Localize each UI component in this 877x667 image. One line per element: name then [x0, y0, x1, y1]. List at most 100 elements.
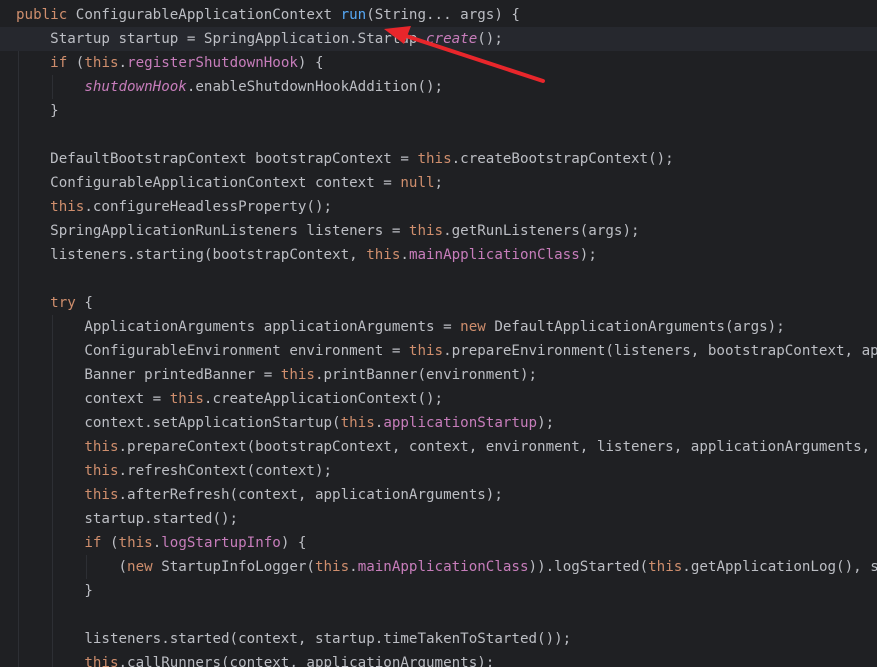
- code-line[interactable]: [0, 603, 877, 627]
- code-token: this: [340, 415, 375, 431]
- code-token: mainApplicationClass: [408, 247, 580, 263]
- code-line[interactable]: try {: [0, 291, 877, 315]
- code-token: applicationStartup: [383, 415, 538, 431]
- code-token: );: [579, 247, 597, 263]
- code-token: .getRunListeners(args);: [443, 223, 640, 239]
- code-line[interactable]: context = this.createApplicationContext(…: [0, 387, 877, 411]
- code-token: .prepareEnvironment(listeners, bootstrap…: [443, 343, 877, 359]
- code-token: ();: [477, 31, 503, 47]
- code-token: DefaultBootstrapContext bootstrapContext…: [16, 151, 418, 167]
- code-line[interactable]: public ConfigurableApplicationContext ru…: [0, 3, 877, 27]
- code-token: (: [16, 559, 128, 575]
- code-token: this: [408, 223, 444, 239]
- code-line[interactable]: ApplicationArguments applicationArgument…: [0, 315, 877, 339]
- code-line[interactable]: Banner printedBanner = this.printBanner(…: [0, 363, 877, 387]
- code-line[interactable]: this.prepareContext(bootstrapContext, co…: [0, 435, 877, 459]
- code-token: Banner printedBanner =: [16, 367, 281, 383]
- code-token: Startup startup = SpringApplication.Star…: [16, 31, 426, 47]
- code-token: this: [417, 151, 452, 167]
- code-token: registerShutdownHook: [127, 55, 298, 71]
- code-line[interactable]: listeners.started(context, startup.timeT…: [0, 627, 877, 651]
- code-token: this: [50, 199, 85, 215]
- code-line[interactable]: listeners.starting(bootstrapContext, thi…: [0, 243, 877, 267]
- code-token: .createApplicationContext();: [203, 391, 444, 407]
- code-token: (String... args) {: [366, 7, 520, 23]
- code-token: .getApplicationLog(), s: [682, 559, 877, 575]
- code-token: (: [101, 535, 119, 551]
- code-token: create: [426, 31, 478, 47]
- code-token: .afterRefresh(context, applicationArgume…: [118, 487, 503, 503]
- code-token: new: [127, 559, 153, 575]
- code-token: if: [50, 55, 68, 71]
- code-token: .: [118, 55, 128, 71]
- code-token: this: [408, 343, 444, 359]
- code-token: ConfigurableApplicationContext: [67, 7, 341, 23]
- code-token: if: [84, 535, 102, 551]
- code-token: }: [16, 583, 93, 599]
- code-token: .: [152, 535, 162, 551]
- code-editor[interactable]: public ConfigurableApplicationContext ru…: [0, 0, 877, 667]
- code-token: )).logStarted(: [528, 559, 649, 575]
- code-token: ) {: [280, 535, 307, 551]
- code-token: this: [84, 439, 119, 455]
- code-token: this: [118, 535, 153, 551]
- code-token: public: [16, 7, 68, 23]
- code-token: listeners.starting(bootstrapContext,: [16, 247, 367, 263]
- code-line[interactable]: Startup startup = SpringApplication.Star…: [0, 27, 877, 51]
- code-token: DefaultApplicationArguments(args);: [485, 319, 785, 335]
- code-token: listeners.started(context, startup.timeT…: [16, 631, 572, 647]
- code-token: this: [314, 559, 350, 575]
- code-token: .createBootstrapContext();: [451, 151, 674, 167]
- code-line[interactable]: context.setApplicationStartup(this.appli…: [0, 411, 877, 435]
- code-token: null: [400, 175, 435, 191]
- code-token: ) {: [297, 55, 324, 71]
- code-token: {: [75, 295, 93, 311]
- code-token: SpringApplicationRunListeners listeners …: [16, 223, 409, 239]
- code-line[interactable]: this.configureHeadlessProperty();: [0, 195, 877, 219]
- code-line[interactable]: ConfigurableApplicationContext context =…: [0, 171, 877, 195]
- code-token: .callRunners(context, applicationArgumen…: [118, 655, 495, 667]
- code-token: ;: [434, 175, 444, 191]
- code-line[interactable]: this.afterRefresh(context, applicationAr…: [0, 483, 877, 507]
- code-line[interactable]: this.callRunners(context, applicationArg…: [0, 651, 877, 667]
- code-line[interactable]: SpringApplicationRunListeners listeners …: [0, 219, 877, 243]
- code-token: this: [366, 247, 401, 263]
- code-line[interactable]: if (this.logStartupInfo) {: [0, 531, 877, 555]
- code-token: this: [169, 391, 204, 407]
- code-token: .configureHeadlessProperty();: [84, 199, 333, 215]
- code-line[interactable]: if (this.registerShutdownHook) {: [0, 51, 877, 75]
- code-line[interactable]: [0, 123, 877, 147]
- code-line[interactable]: ConfigurableEnvironment environment = th…: [0, 339, 877, 363]
- code-line[interactable]: }: [0, 579, 877, 603]
- code-lines[interactable]: public ConfigurableApplicationContext ru…: [0, 3, 877, 667]
- code-token: this: [648, 559, 683, 575]
- code-token: this: [84, 487, 119, 503]
- code-token: .prepareContext(bootstrapContext, contex…: [118, 439, 871, 455]
- code-token: .refreshContext(context);: [118, 463, 333, 479]
- code-token: try: [50, 295, 76, 311]
- code-token: );: [537, 415, 555, 431]
- code-token: this: [84, 655, 119, 667]
- code-token: .: [349, 559, 358, 575]
- code-token: mainApplicationClass: [357, 559, 529, 575]
- code-line[interactable]: DefaultBootstrapContext bootstrapContext…: [0, 147, 877, 171]
- code-token: this: [280, 367, 315, 383]
- code-token: .enableShutdownHookAddition();: [186, 79, 444, 95]
- code-line[interactable]: startup.started();: [0, 507, 877, 531]
- code-line[interactable]: this.refreshContext(context);: [0, 459, 877, 483]
- code-line[interactable]: [0, 267, 877, 291]
- code-token: new: [460, 319, 486, 335]
- code-line[interactable]: shutdownHook.enableShutdownHookAddition(…: [0, 75, 877, 99]
- code-token: context.setApplicationStartup(: [16, 415, 341, 431]
- code-token: ConfigurableEnvironment environment =: [16, 343, 409, 359]
- code-token: this: [84, 463, 119, 479]
- code-token: .: [400, 247, 409, 263]
- code-token: logStartupInfo: [161, 535, 281, 551]
- code-line[interactable]: (new StartupInfoLogger(this.mainApplicat…: [0, 555, 877, 579]
- code-line[interactable]: }: [0, 99, 877, 123]
